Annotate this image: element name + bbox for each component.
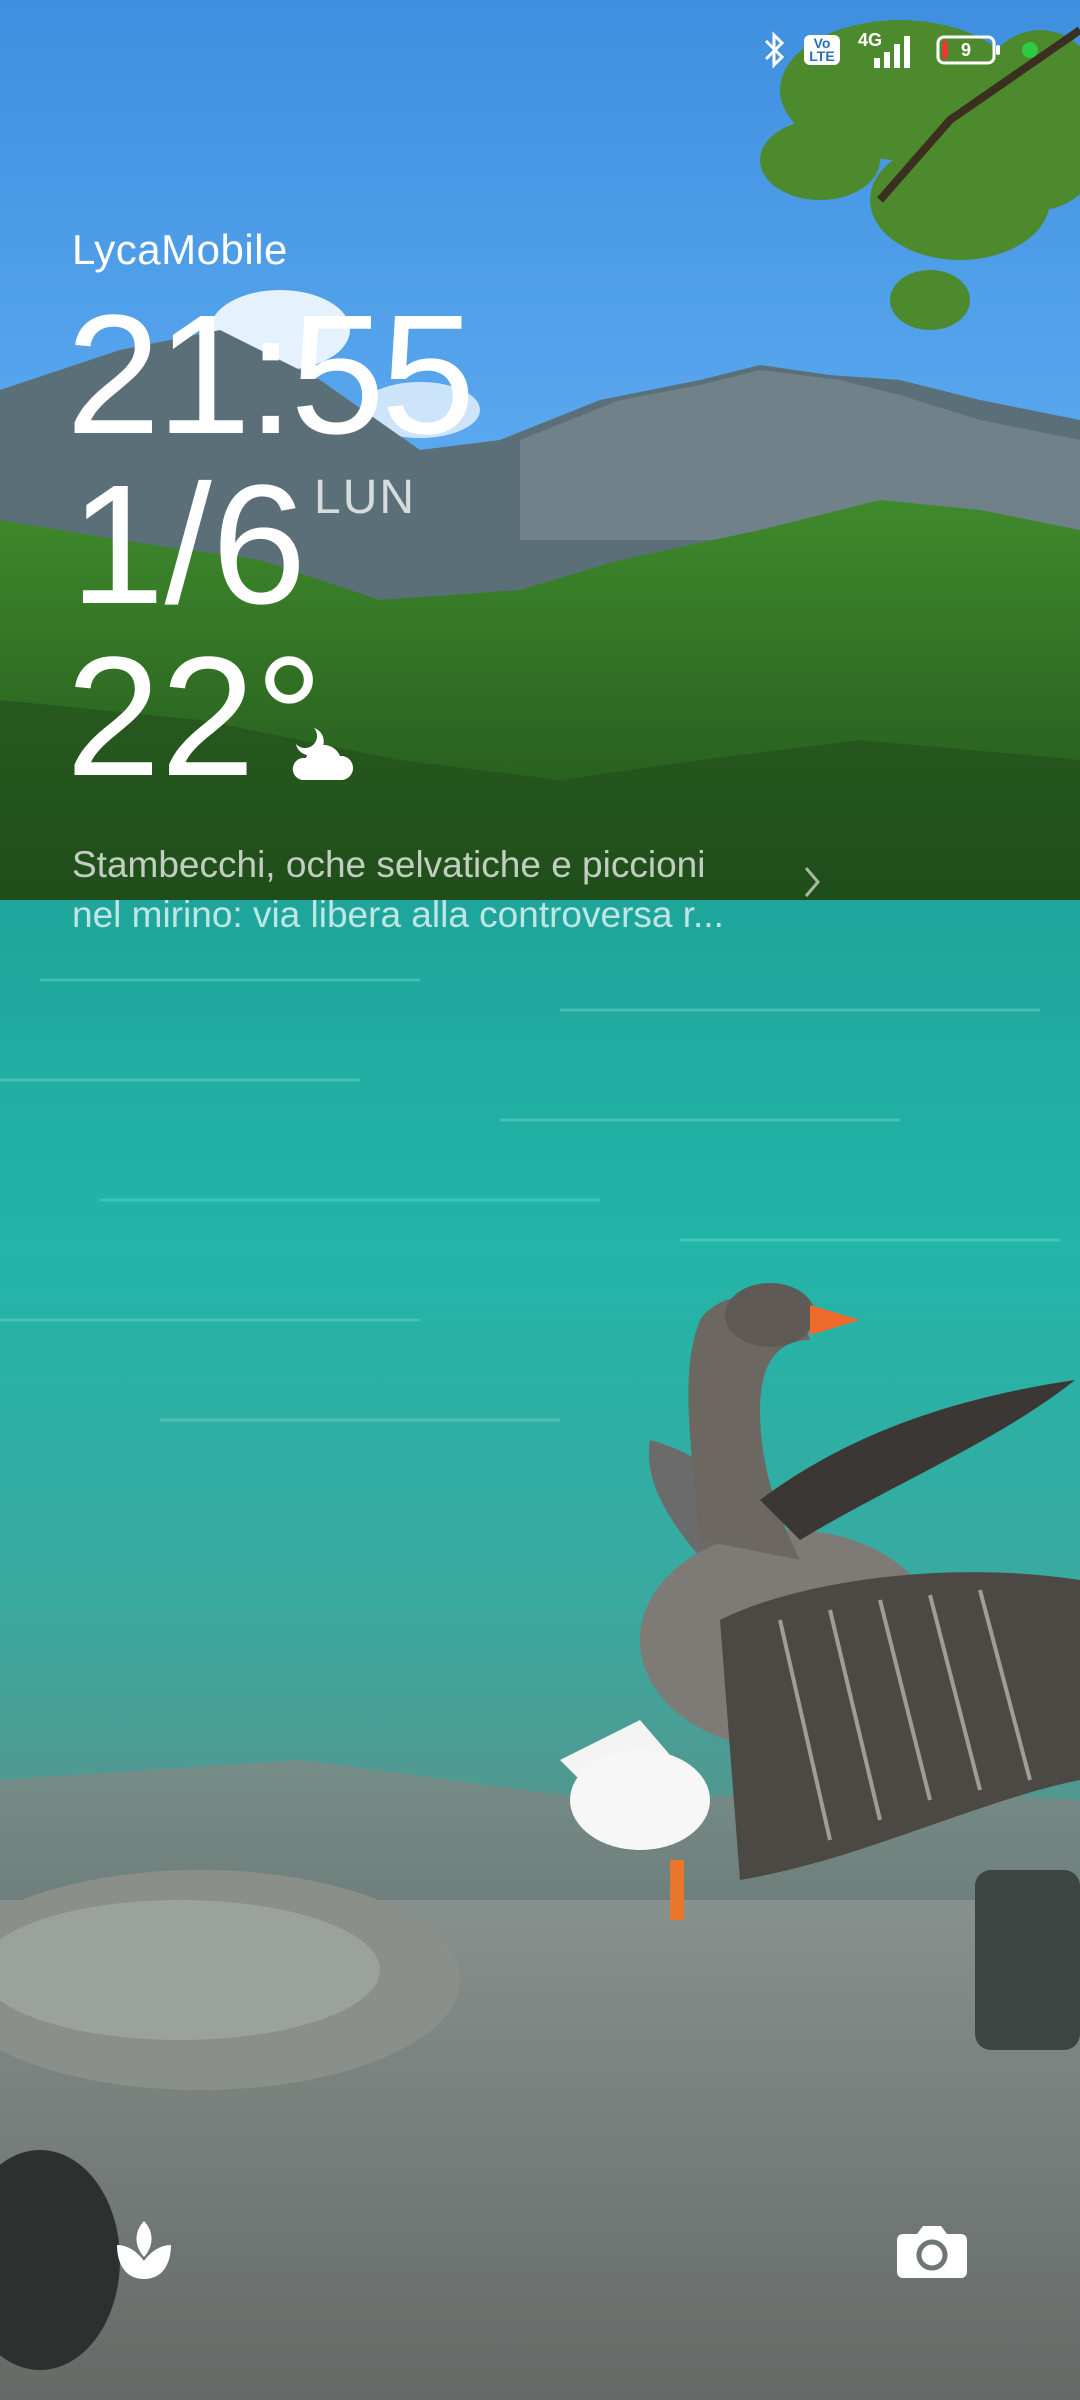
- volte-icon: Vo LTE: [804, 35, 840, 65]
- battery-icon: 9: [936, 35, 1002, 65]
- news-line-2: nel mirino: via libera alla controversa …: [72, 894, 724, 935]
- volte-label: Vo LTE: [809, 35, 835, 64]
- news-line-1: Stambecchi, oche selvatiche e piccioni: [72, 844, 706, 885]
- bluetooth-icon: [762, 31, 786, 69]
- news-headline[interactable]: Stambecchi, oche selvatiche e piccioni n…: [72, 840, 792, 940]
- battery-level: 9: [960, 39, 971, 60]
- partly-cloudy-night-icon: [284, 720, 356, 787]
- chevron-right-icon[interactable]: [800, 862, 824, 907]
- weekday: LUN: [314, 471, 417, 524]
- camera-icon[interactable]: [892, 2210, 972, 2290]
- status-bar: Vo LTE 4G 9: [762, 0, 1040, 100]
- themes-tulip-icon[interactable]: [104, 2210, 184, 2290]
- privacy-dot-icon: [1020, 40, 1040, 60]
- 4g-signal-icon: 4G: [858, 30, 918, 70]
- network-label: 4G: [858, 30, 883, 50]
- clock[interactable]: 21:55: [66, 290, 475, 460]
- carrier-name: LycaMobile: [72, 226, 288, 273]
- date: 1/6: [70, 450, 307, 640]
